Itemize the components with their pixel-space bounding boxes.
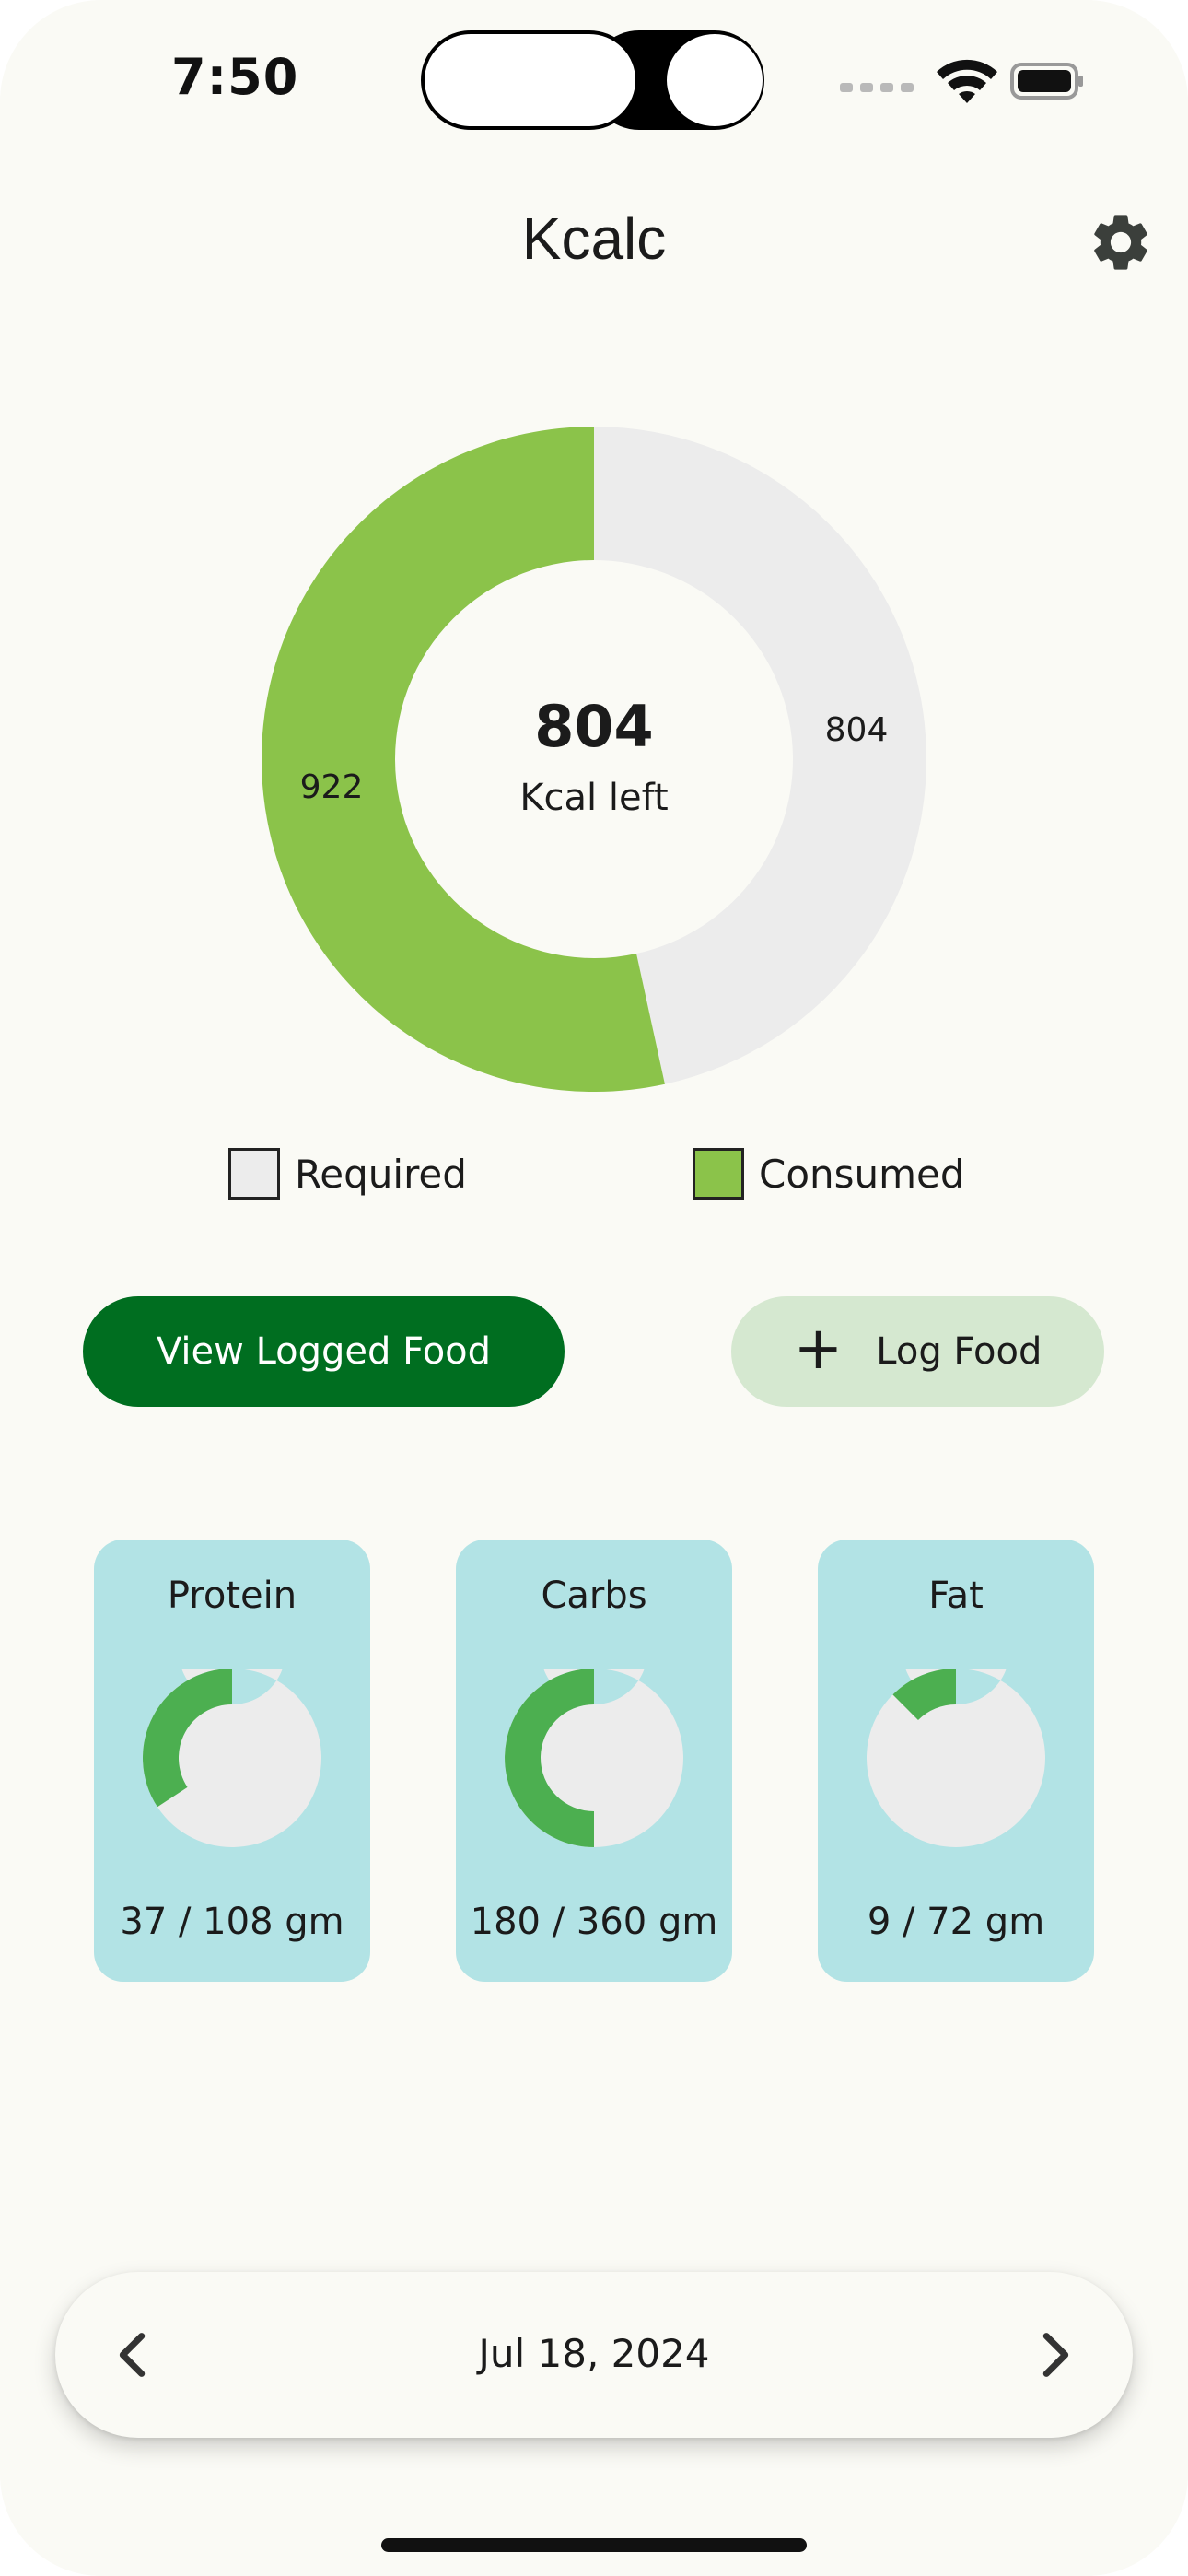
macro-value: 180 / 360 gm: [470, 1901, 718, 1943]
legend-label: Consumed: [759, 1151, 965, 1197]
log-food-label: Log Food: [876, 1330, 1042, 1373]
macro-name: Protein: [167, 1575, 297, 1617]
macro-card-fat: Fat 9 / 72 gm: [818, 1540, 1094, 1982]
wifi-icon: [937, 59, 997, 103]
legend-label: Required: [295, 1151, 467, 1197]
status-time: 7:50: [171, 48, 299, 106]
home-indicator: [381, 2538, 807, 2552]
macro-value: 37 / 108 gm: [120, 1901, 344, 1943]
gear-icon[interactable]: [1087, 208, 1155, 276]
consumed-segment-label: 922: [299, 768, 364, 806]
dynamic-island-pill: [421, 30, 639, 130]
cellular-signal-icon: [840, 83, 914, 92]
battery-icon: [1010, 63, 1083, 100]
macro-ring-carbs: [505, 1669, 683, 1847]
macro-card-protein: Protein 37 / 108 gm: [94, 1540, 370, 1982]
status-icons: [840, 59, 1083, 103]
dynamic-island-camera: [667, 34, 763, 126]
legend-swatch-consumed: [693, 1148, 744, 1200]
required-segment-label: 804: [824, 711, 889, 749]
macro-card-carbs: Carbs 180 / 360 gm: [456, 1540, 732, 1982]
plus-icon: +: [793, 1315, 844, 1383]
kcal-left-value: 804: [534, 693, 654, 760]
macro-ring-fat: [867, 1669, 1045, 1847]
legend-item-required: Required: [228, 1146, 467, 1201]
page-title: Kcalc: [521, 205, 667, 272]
date-navigator: Jul 18, 2024: [55, 2272, 1133, 2438]
macro-value: 9 / 72 gm: [867, 1901, 1045, 1943]
legend-swatch-required: [228, 1148, 280, 1200]
legend-item-consumed: Consumed: [693, 1146, 965, 1201]
view-logged-food-label: View Logged Food: [156, 1330, 492, 1373]
view-logged-food-button[interactable]: View Logged Food: [83, 1296, 565, 1407]
macro-ring-protein: [143, 1669, 321, 1847]
macro-name: Carbs: [541, 1575, 647, 1617]
selected-date: Jul 18, 2024: [478, 2331, 710, 2376]
kcal-left-label: Kcal left: [519, 777, 669, 819]
chevron-right-icon[interactable]: [1022, 2323, 1087, 2387]
macro-name: Fat: [928, 1575, 984, 1617]
log-food-button[interactable]: + Log Food: [731, 1296, 1104, 1407]
phone-screen: 7:50 Kcalc 804 Kcal left 922 804 Require…: [0, 0, 1188, 2576]
